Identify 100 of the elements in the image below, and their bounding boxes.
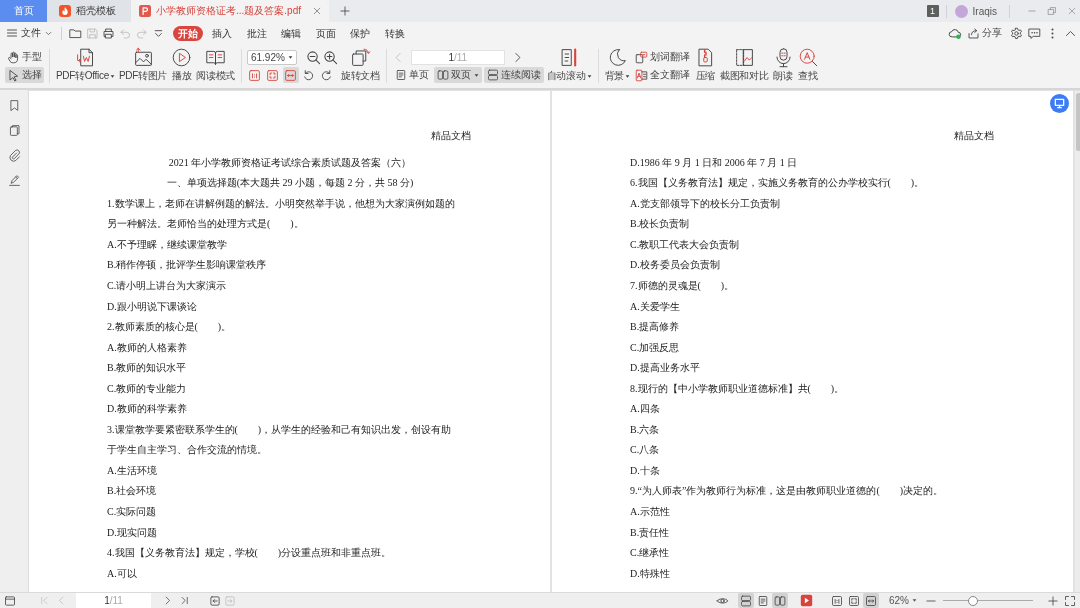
answer-option: A.党支部领导下的校长分工负责制: [630, 193, 780, 215]
last-page-icon[interactable]: [179, 595, 190, 606]
compress-button[interactable]: 压缩: [694, 47, 717, 85]
ribbon-tab[interactable]: 页面: [310, 25, 341, 41]
find-button[interactable]: 查找: [796, 47, 820, 85]
background-button[interactable]: 背景: [603, 47, 631, 85]
search-icon: [797, 47, 819, 68]
answer-option: D.十条: [630, 460, 660, 482]
panel-icon[interactable]: [4, 594, 16, 607]
printer-icon[interactable]: [102, 26, 115, 40]
rotate-right-icon: [320, 68, 334, 82]
screenshot-button[interactable]: 截图和对比: [719, 47, 770, 85]
settings-icon[interactable]: [1010, 26, 1023, 40]
paperclip-icon[interactable]: [7, 149, 21, 162]
zoom-field[interactable]: 61.92%: [246, 49, 297, 65]
fit-width-icon: [865, 594, 877, 607]
document-tab[interactable]: 小学教师资格证考...题及答案.pdf: [131, 0, 329, 22]
cloud-icon[interactable]: [948, 26, 962, 40]
rotate-left-icon: [302, 68, 316, 82]
pdf-image-button[interactable]: PDF转图片: [117, 47, 169, 85]
pdf-office-button[interactable]: PDF转Office: [55, 47, 116, 85]
answer-option: B.六条: [630, 419, 660, 441]
page-number-field[interactable]: 1/11: [76, 593, 151, 608]
answer-option: C.教职工代表大会负责制: [630, 234, 740, 256]
plus-icon[interactable]: [1047, 594, 1059, 607]
question-text: 1.数学课上，老师在讲解例题的解法。小明突然举手说，他想为大家演例如题的另一种解法。老师恰当的处理方式是( )。: [107, 196, 456, 232]
share-button[interactable]: 分享: [967, 26, 1002, 40]
caret-icon: [912, 598, 917, 603]
actual-size-icon: [831, 594, 843, 607]
file-menu[interactable]: 文件: [6, 26, 53, 40]
word-translate-button[interactable]: 划词翻译: [633, 49, 692, 65]
answer-option: C.教师的专业能力: [107, 378, 187, 400]
pen-icon[interactable]: [7, 174, 21, 187]
continuous-layout-button[interactable]: [738, 593, 754, 608]
count-badge[interactable]: 1: [926, 5, 939, 17]
answer-option: A.生活环境: [107, 460, 157, 482]
continuous-pages-icon: [740, 594, 752, 607]
fit-page-icon: [848, 594, 860, 607]
answer-option: D.提高业务水平: [630, 358, 700, 379]
double-layout-button[interactable]: 双页: [433, 67, 482, 83]
continuous-pages-icon: [486, 69, 499, 81]
answer-option: B.责任性: [630, 522, 670, 544]
folder-icon[interactable]: [69, 26, 82, 40]
auto-scroll-button[interactable]: 自动滚动: [545, 47, 593, 85]
document-arrow-icon: [74, 47, 96, 68]
caret-icon: [287, 54, 293, 60]
ribbon-tab[interactable]: 编辑: [276, 25, 306, 41]
answer-option: C.加强反思: [630, 337, 680, 359]
zoom-level-dropdown[interactable]: 62%: [889, 595, 917, 606]
play-button[interactable]: 播放: [170, 47, 194, 85]
ribbon-tab[interactable]: 转换: [379, 25, 410, 41]
pdf-file-icon: [139, 5, 151, 17]
select-tool-button[interactable]: 选择: [5, 67, 44, 83]
double-layout-button[interactable]: [772, 593, 788, 608]
read-mode-button[interactable]: 阅读模式: [195, 47, 236, 85]
slider-thumb[interactable]: [967, 595, 978, 606]
restore-icon[interactable]: [1047, 6, 1057, 16]
answer-option: A.四条: [630, 399, 660, 420]
question-text: 7.师德的灵魂是( )。: [630, 278, 735, 293]
page-number-field[interactable]: 1/11: [410, 49, 505, 65]
document-title: 2021 年小学教师资格证考试综合素质试题及答案（六）: [168, 155, 412, 170]
zoom-out-icon[interactable]: [305, 49, 321, 65]
fit-page-button[interactable]: [846, 593, 862, 608]
user-name[interactable]: Iraqis: [972, 5, 997, 17]
actual-size-button[interactable]: [246, 67, 263, 83]
single-layout-button[interactable]: 单页: [391, 67, 432, 83]
fit-width-button[interactable]: [282, 67, 299, 83]
close-icon[interactable]: [1067, 6, 1077, 16]
screen-icon[interactable]: [1050, 94, 1069, 113]
ribbon-tab[interactable]: 保护: [345, 25, 375, 41]
answer-option: B.校长负责制: [630, 214, 690, 235]
hand-tool-button[interactable]: 手型: [5, 49, 44, 65]
word-translate-icon: [635, 50, 648, 64]
close-icon[interactable]: [312, 6, 322, 16]
ribbon-tab[interactable]: 插入: [207, 25, 237, 41]
question-text: 2.教师素质的核心是( )。: [107, 320, 232, 335]
full-translate-button[interactable]: 全文翻译: [633, 67, 692, 83]
fit-page-button[interactable]: [264, 67, 281, 83]
zoom-in-icon[interactable]: [322, 49, 338, 65]
answer-option: A.教师的人格素养: [107, 337, 187, 359]
continuous-layout-button[interactable]: 连续阅读: [483, 67, 544, 83]
play-icon[interactable]: [800, 594, 813, 607]
actual-size-button[interactable]: [829, 593, 845, 608]
ribbon-tab[interactable]: 开始: [172, 25, 203, 41]
template-tab[interactable]: 稻壳模板: [47, 0, 131, 22]
answer-option: D.校务委员会负责制: [630, 255, 720, 276]
read-aloud-button[interactable]: 朗读: [771, 47, 795, 85]
back-icon[interactable]: [209, 594, 221, 607]
page-header: 精品文档: [431, 130, 471, 142]
question-text: 4.我国【义务教育法】规定，学校( )分设重点班和非重点班。: [107, 546, 392, 561]
comment-icon[interactable]: [1028, 26, 1041, 40]
double-page-icon: [436, 69, 449, 81]
answer-option: B.教师的知识水平: [107, 358, 187, 379]
hand-icon: [7, 50, 20, 64]
pages-icon[interactable]: [7, 124, 21, 137]
fit-width-button[interactable]: [863, 593, 879, 608]
fullscreen-icon[interactable]: [1064, 594, 1076, 607]
rotate-document-button[interactable]: 旋转文档: [339, 47, 381, 85]
new-tab-icon[interactable]: [339, 5, 351, 17]
ribbon-tab[interactable]: 批注: [241, 25, 272, 41]
